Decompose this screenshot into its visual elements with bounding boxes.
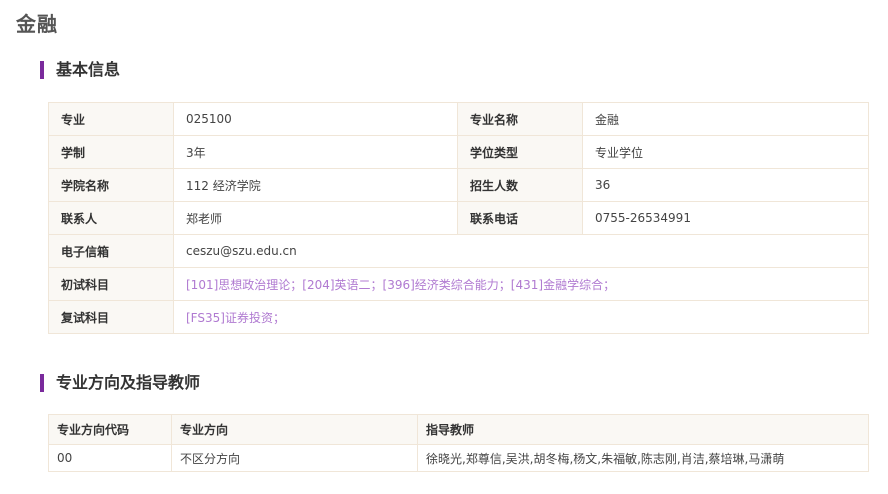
section-title-directions: 专业方向及指导教师 [40,374,200,392]
email-label: 电子信箱 [48,234,174,268]
major-name-label: 专业名称 [457,102,583,136]
major-name-value: 金融 [582,102,869,136]
table-row: 00 不区分方向 徐晓光,郑尊信,吴洪,胡冬梅,杨文,朱福敏,陈志刚,肖洁,蔡培… [48,444,869,472]
table-row: 电子信箱 ceszu@szu.edu.cn [48,234,869,268]
degree-type-label: 学位类型 [457,135,583,169]
table-row: 学制 3年 学位类型 专业学位 [48,135,869,169]
table-row: 复试科目 [FS35]证券投资； [48,300,869,334]
column-header-direction: 专业方向 [171,414,418,445]
enrollment-value: 36 [582,168,869,202]
direction-code-cell: 00 [48,444,172,472]
degree-type-value: 专业学位 [582,135,869,169]
major-code-label: 专业 [48,102,174,136]
table-header-row: 专业方向代码 专业方向 指导教师 [48,414,869,445]
retest-subjects-link[interactable]: [FS35]证券投资； [173,300,869,334]
phone-value: 0755-26534991 [582,201,869,235]
contact-value: 郑老师 [173,201,458,235]
column-header-direction-code: 专业方向代码 [48,414,172,445]
table-row: 联系人 郑老师 联系电话 0755-26534991 [48,201,869,235]
college-value: 112 经济学院 [173,168,458,202]
page-title: 金融 [16,12,58,36]
retest-subjects-label: 复试科目 [48,300,174,334]
duration-value: 3年 [173,135,458,169]
table-row: 学院名称 112 经济学院 招生人数 36 [48,168,869,202]
direction-name-cell: 不区分方向 [171,444,418,472]
table-row: 专业 025100 专业名称 金融 [48,102,869,136]
basic-info-table: 专业 025100 专业名称 金融 学制 3年 学位类型 专业学位 学院名称 1… [48,102,869,334]
email-value: ceszu@szu.edu.cn [173,234,869,268]
college-label: 学院名称 [48,168,174,202]
duration-label: 学制 [48,135,174,169]
table-row: 初试科目 [101]思想政治理论；[204]英语二；[396]经济类综合能力；[… [48,267,869,301]
contact-label: 联系人 [48,201,174,235]
directions-table: 专业方向代码 专业方向 指导教师 00 不区分方向 徐晓光,郑尊信,吴洪,胡冬梅… [48,414,869,472]
major-code-value: 025100 [173,102,458,136]
enrollment-label: 招生人数 [457,168,583,202]
phone-label: 联系电话 [457,201,583,235]
prelim-subjects-label: 初试科目 [48,267,174,301]
prelim-subjects-link[interactable]: [101]思想政治理论；[204]英语二；[396]经济类综合能力；[431]金… [173,267,869,301]
section-title-basic-info: 基本信息 [40,61,120,79]
advisors-cell: 徐晓光,郑尊信,吴洪,胡冬梅,杨文,朱福敏,陈志刚,肖洁,蔡培琳,马潇萌 [417,444,869,472]
column-header-advisors: 指导教师 [417,414,869,445]
